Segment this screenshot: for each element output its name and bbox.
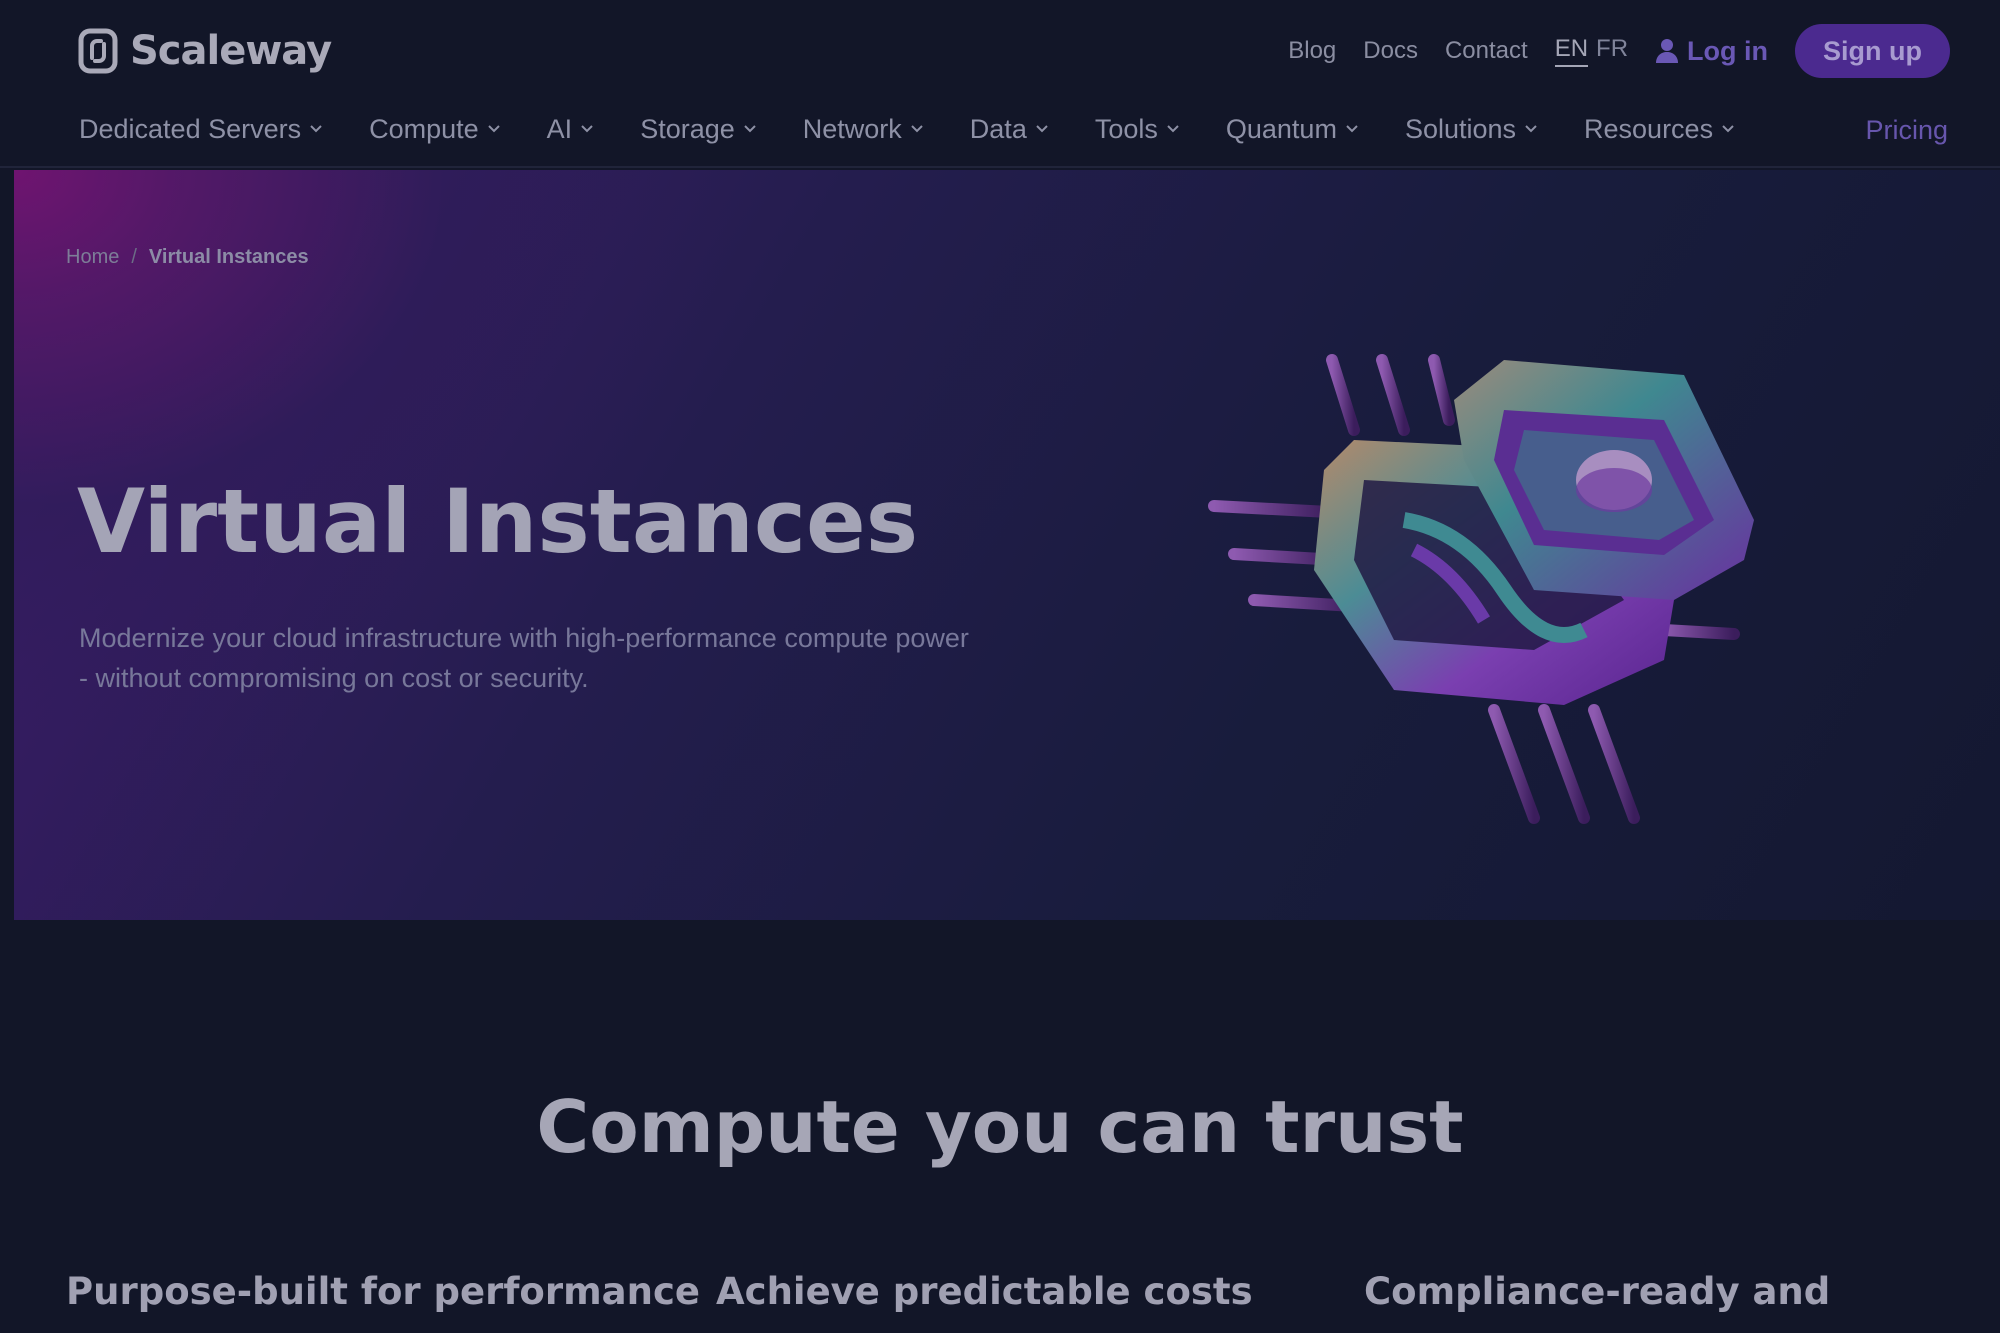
nav-label: Quantum <box>1225 113 1337 144</box>
hero-section: Home / Virtual Instances Virtual Instanc… <box>14 170 2000 920</box>
nav-tools[interactable]: Tools <box>1095 114 1179 145</box>
section-title: Compute you can trust <box>536 1085 1464 1169</box>
nav-label: Tools <box>1094 113 1158 144</box>
nav-storage[interactable]: Storage <box>640 114 756 145</box>
page: Scaleway Blog Docs Contact EN FR Log in … <box>0 0 2000 1333</box>
feature-heading: Compliance-ready and <box>1364 1270 1831 1313</box>
nav-quantum[interactable]: Quantum <box>1226 114 1358 145</box>
main-nav: Dedicated Servers Compute AI Storage Net… <box>79 108 1781 150</box>
chevron-down-icon <box>911 125 923 133</box>
nav-compute[interactable]: Compute <box>369 114 500 145</box>
nav-solutions[interactable]: Solutions <box>1405 114 1537 145</box>
login-label: Log in <box>1687 35 1769 66</box>
user-icon <box>1656 39 1679 63</box>
nav-label: AI <box>546 113 573 144</box>
chevron-down-icon <box>1036 125 1048 133</box>
chevron-down-icon <box>1525 125 1537 133</box>
feature-heading: Purpose-built for performance <box>66 1270 700 1313</box>
chevron-down-icon <box>1167 125 1179 133</box>
nav-dedicated-servers[interactable]: Dedicated Servers <box>79 114 322 145</box>
chevron-down-icon <box>744 125 756 133</box>
breadcrumb: Home / Virtual Instances <box>66 246 309 269</box>
chevron-down-icon <box>1722 125 1734 133</box>
scaleway-logo-icon <box>78 28 118 74</box>
nav-data[interactable]: Data <box>970 114 1048 145</box>
cpu-chip-illustration <box>1208 354 1754 824</box>
brand-logo[interactable]: Scaleway <box>78 26 332 76</box>
docs-link[interactable]: Docs <box>1363 37 1418 65</box>
nav-label: Storage <box>640 113 735 144</box>
nav-resources[interactable]: Resources <box>1584 114 1734 145</box>
lang-fr-link[interactable]: FR <box>1596 35 1628 67</box>
breadcrumb-separator: / <box>131 246 137 268</box>
feature-list: Purpose-built for performance Achieve pr… <box>66 1270 1966 1320</box>
blog-link[interactable]: Blog <box>1288 37 1336 65</box>
nav-label: Solutions <box>1404 113 1517 144</box>
nav-pricing[interactable]: Pricing <box>1865 115 1948 146</box>
nav-ai[interactable]: AI <box>547 114 594 145</box>
breadcrumb-home-link[interactable]: Home <box>66 246 119 269</box>
chevron-down-icon <box>487 125 500 133</box>
chevron-down-icon <box>581 125 593 133</box>
language-switcher: EN FR <box>1554 35 1628 67</box>
nav-label: Network <box>802 113 902 144</box>
hero-description: Modernize your cloud infrastructure with… <box>79 623 969 693</box>
chevron-down-icon <box>310 125 322 133</box>
site-header: Scaleway Blog Docs Contact EN FR Log in … <box>0 0 2000 168</box>
lang-en-link[interactable]: EN <box>1554 35 1589 67</box>
contact-link[interactable]: Contact <box>1445 37 1528 65</box>
login-link[interactable]: Log in <box>1655 36 1768 67</box>
breadcrumb-current: Virtual Instances <box>148 246 309 268</box>
nav-label: Dedicated Servers <box>79 113 302 144</box>
nav-label: Resources <box>1584 113 1714 144</box>
chevron-down-icon <box>1346 125 1358 133</box>
utility-nav: Blog Docs Contact EN FR Log in Sign up <box>1288 24 1950 78</box>
nav-network[interactable]: Network <box>803 114 923 145</box>
nav-label: Compute <box>369 113 479 144</box>
brand-name: Scaleway <box>130 28 332 74</box>
nav-label: Data <box>969 113 1027 144</box>
page-title: Virtual Instances <box>77 470 919 573</box>
signup-button[interactable]: Sign up <box>1795 24 1950 78</box>
feature-heading: Achieve predictable costs <box>716 1270 1253 1313</box>
